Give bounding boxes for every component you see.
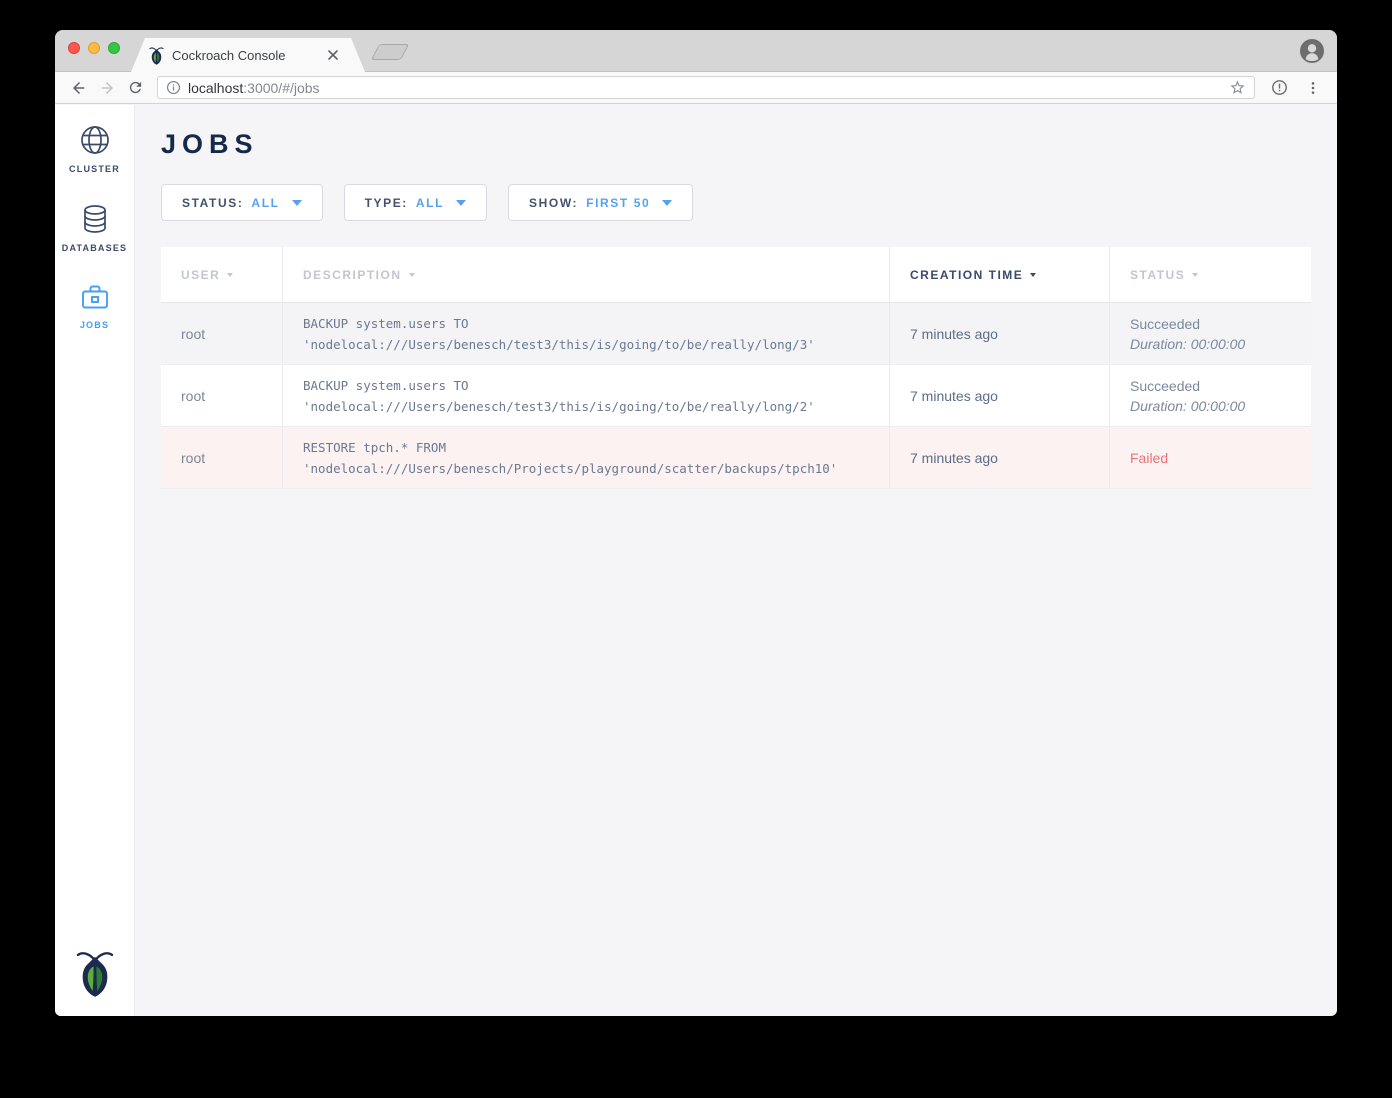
column-header-user[interactable]: USER (161, 247, 283, 302)
table-body: root BACKUP system.users TO 'nodelocal:/… (161, 303, 1311, 489)
filter-value: ALL (416, 196, 444, 210)
sidebar-item-databases[interactable]: DATABASES (55, 199, 134, 261)
creation-time-cell: 7 minutes ago (890, 365, 1110, 426)
user-cell: root (161, 427, 283, 488)
status-filter-dropdown[interactable]: STATUS: ALL (161, 184, 323, 221)
user-cell: root (161, 303, 283, 364)
sidebar-item-label: JOBS (80, 320, 109, 330)
back-button[interactable] (65, 74, 93, 102)
chevron-down-icon (456, 200, 466, 206)
column-header-label: DESCRIPTION (303, 268, 402, 282)
window-close-button[interactable] (68, 42, 80, 54)
description-cell: BACKUP system.users TO 'nodelocal:///Use… (283, 365, 890, 426)
window-minimize-button[interactable] (88, 42, 100, 54)
table-header-row: USER DESCRIPTION CREATION TIME STATUS (161, 247, 1311, 303)
database-icon (80, 203, 110, 235)
url-host: localhost (188, 80, 243, 96)
site-info-icon[interactable] (166, 80, 181, 95)
description-line: BACKUP system.users TO (303, 375, 869, 396)
chevron-down-icon (662, 200, 672, 206)
status-text: Succeeded (1130, 314, 1291, 334)
browser-menu-icon[interactable] (1299, 74, 1327, 102)
browser-window: Cockroach Console (55, 30, 1337, 1016)
status-cell: Failed (1110, 427, 1311, 488)
window-controls (68, 42, 120, 54)
browser-toolbar: localhost:3000/#/jobs (55, 72, 1337, 104)
filter-label: TYPE: (365, 196, 408, 210)
status-cell: Succeeded Duration: 00:00:00 (1110, 365, 1311, 426)
column-header-creation-time[interactable]: CREATION TIME (890, 247, 1110, 302)
forward-button[interactable] (93, 74, 121, 102)
type-filter-dropdown[interactable]: TYPE: ALL (344, 184, 487, 221)
toolbar-right-icons (1265, 74, 1327, 102)
creation-time-cell: 7 minutes ago (890, 427, 1110, 488)
reload-button[interactable] (121, 74, 149, 102)
browser-tabstrip: Cockroach Console (55, 30, 1337, 72)
sidebar-item-jobs[interactable]: JOBS (55, 278, 134, 338)
profile-icon[interactable] (1299, 38, 1325, 64)
url-text: localhost:3000/#/jobs (188, 80, 1229, 96)
user-cell: root (161, 365, 283, 426)
description-line: BACKUP system.users TO (303, 313, 869, 334)
chevron-down-icon (292, 200, 302, 206)
show-filter-dropdown[interactable]: SHOW: FIRST 50 (508, 184, 693, 221)
tab-close-icon[interactable] (325, 47, 341, 63)
description-line: 'nodelocal:///Users/benesch/Projects/pla… (303, 458, 869, 479)
description-line: RESTORE tpch.* FROM (303, 437, 869, 458)
column-header-label: USER (181, 268, 220, 282)
status-cell: Succeeded Duration: 00:00:00 (1110, 303, 1311, 364)
sort-caret-icon (1192, 273, 1198, 277)
new-tab-button[interactable] (371, 44, 410, 60)
url-path: :3000/#/jobs (243, 80, 319, 96)
status-duration: Duration: 00:00:00 (1130, 334, 1291, 354)
filter-label: SHOW: (529, 196, 578, 210)
column-header-status[interactable]: STATUS (1110, 247, 1311, 302)
filter-bar: STATUS: ALL TYPE: ALL SHOW: FIRST 50 (161, 184, 1311, 221)
sidebar-item-label: DATABASES (62, 243, 127, 253)
column-header-description[interactable]: DESCRIPTION (283, 247, 890, 302)
table-row: root BACKUP system.users TO 'nodelocal:/… (161, 365, 1311, 427)
table-row: root RESTORE tpch.* FROM 'nodelocal:///U… (161, 427, 1311, 489)
status-text: Failed (1130, 448, 1291, 468)
url-input[interactable]: localhost:3000/#/jobs (157, 76, 1255, 99)
filter-value: ALL (251, 196, 279, 210)
page-title: JOBS (161, 129, 1311, 160)
creation-time-cell: 7 minutes ago (890, 303, 1110, 364)
main-content: JOBS STATUS: ALL TYPE: ALL SHOW: FIRST 5… (135, 105, 1337, 1016)
description-line: 'nodelocal:///Users/benesch/test3/this/i… (303, 334, 869, 355)
cockroach-console-app: CLUSTER DATABASES (55, 105, 1337, 1016)
sort-caret-icon (409, 273, 415, 277)
sidebar-item-cluster[interactable]: CLUSTER (55, 120, 134, 182)
jobs-table: USER DESCRIPTION CREATION TIME STATUS ro… (161, 247, 1311, 489)
sort-caret-icon (227, 273, 233, 277)
status-text: Succeeded (1130, 376, 1291, 396)
description-line: 'nodelocal:///Users/benesch/test3/this/i… (303, 396, 869, 417)
sidebar: CLUSTER DATABASES (55, 105, 135, 1016)
window-zoom-button[interactable] (108, 42, 120, 54)
description-cell: BACKUP system.users TO 'nodelocal:///Use… (283, 303, 890, 364)
description-cell: RESTORE tpch.* FROM 'nodelocal:///Users/… (283, 427, 890, 488)
table-row: root BACKUP system.users TO 'nodelocal:/… (161, 303, 1311, 365)
filter-value: FIRST 50 (586, 196, 650, 210)
tab-title: Cockroach Console (172, 48, 325, 63)
sidebar-item-label: CLUSTER (69, 164, 120, 174)
filter-label: STATUS: (182, 196, 243, 210)
globe-icon (79, 124, 111, 156)
bookmark-star-icon[interactable] (1229, 79, 1246, 96)
column-header-label: CREATION TIME (910, 268, 1023, 282)
cockroach-logo-icon (55, 948, 134, 998)
status-duration: Duration: 00:00:00 (1130, 396, 1291, 416)
sort-caret-icon (1030, 273, 1036, 277)
column-header-label: STATUS (1130, 268, 1185, 282)
cockroach-favicon-icon (149, 46, 164, 65)
browser-tab[interactable]: Cockroach Console (131, 38, 365, 72)
briefcase-icon (79, 282, 111, 312)
extension-icon[interactable] (1265, 74, 1293, 102)
